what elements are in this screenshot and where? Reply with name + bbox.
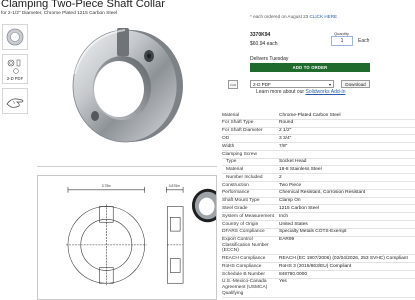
photo-inset: [191, 188, 216, 223]
spec-key: Number Included: [226, 174, 263, 180]
spec-value: Clamp On: [279, 198, 301, 204]
spec-key: RoHS Compliance: [222, 263, 262, 269]
od-dimension: 3.75in: [102, 184, 111, 188]
spec-value: 18-8 Stainless Steel: [279, 167, 322, 173]
unit-price: $60.94 each: [250, 41, 278, 47]
spec-key: Material: [222, 112, 240, 118]
spec-key: System of Measurement: [222, 213, 274, 219]
spec-key: For Shaft Type: [222, 120, 254, 126]
spec-key: Steel Grade: [222, 205, 248, 211]
section-divider: [37, 166, 217, 167]
collar-thumb-icon: [6, 28, 24, 46]
spec-row: Material 18-8 Stainless Steel: [222, 166, 415, 175]
spec-row: DFARS Compliance Specialty Metals COTS-Ex…: [222, 229, 415, 237]
cad-format-select[interactable]: 2-D PDF ▾: [250, 80, 334, 88]
spec-row: Country of Origin United States: [222, 221, 415, 229]
learn-more-text: Learn more about our: [256, 89, 306, 95]
spec-value: United States: [279, 221, 308, 227]
spec-value: 7/8": [279, 143, 288, 149]
spec-key: For Shaft Diameter: [222, 128, 263, 134]
2d-pdf-label: 2-D PDF: [6, 76, 24, 81]
spec-value: Two Piece: [279, 182, 302, 188]
2d-pdf-thumbnail[interactable]: 2-D PDF: [2, 54, 28, 84]
technical-drawing: 3.75in 0.875in: [37, 175, 217, 300]
spec-row: Export Control Classification Number (EC…: [222, 237, 415, 256]
ship-note-text: * each ordered on August 23: [250, 14, 309, 19]
solidworks-addin-link[interactable]: Solidworks Add-In: [305, 89, 345, 95]
spec-key: U.S.-Mexico-Canada Agreement (USMCA) Qua…: [222, 279, 268, 296]
spec-key: Material: [226, 167, 244, 173]
cad-icon: CAD: [228, 80, 238, 89]
cad-format-value: 2-D PDF: [253, 82, 271, 87]
spec-value: EAR99: [279, 237, 295, 243]
download-button[interactable]: Download: [341, 80, 370, 88]
spec-key: DFARS Compliance: [222, 229, 265, 235]
width-dimension: 0.875in: [169, 184, 180, 188]
spec-row: Material Chrome-Plated Carbon Steel: [222, 112, 415, 120]
spec-value: 848790.0000: [279, 271, 308, 277]
product-photo: [72, 28, 183, 143]
hand-thumbnail[interactable]: [2, 88, 28, 114]
spec-key: Shaft Mount Type: [222, 198, 260, 204]
spec-value: Chemical Resistant, Corrosion Resistant: [279, 190, 366, 196]
spec-row: Schedule B Number 848790.0000: [222, 271, 415, 279]
spec-value: 2: [279, 174, 282, 180]
spec-key: REACH Compliance: [222, 256, 266, 262]
each-label: Each: [358, 38, 370, 44]
spec-row: Steel Grade 1215 Carbon Steel: [222, 205, 415, 214]
spec-key: Type: [226, 159, 237, 165]
spec-row: Shaft Mount Type Clamp On: [222, 198, 415, 206]
spec-key: Schedule B Number: [222, 271, 265, 277]
photo-thumbnail[interactable]: [2, 24, 28, 50]
spec-key: Country of Origin: [222, 221, 259, 227]
spec-row: For Shaft Diameter 2 1/2": [222, 128, 415, 136]
spec-value: Inch: [279, 213, 289, 219]
spec-value: 1215 Carbon Steel: [279, 205, 320, 211]
spec-value: REACH (EC 1907/2006) (02/04/2026, 253 SV…: [279, 256, 408, 262]
add-to-order-button[interactable]: ADD TO ORDER: [250, 63, 370, 72]
spec-row: RoHS Compliance RoHS 3 (2015/863/EU) Comp…: [222, 263, 415, 272]
spec-key: OD: [222, 135, 230, 141]
spec-row: Construction Two Piece: [222, 182, 415, 190]
spec-key: Construction: [222, 182, 249, 188]
spec-row: Performance Chemical Resistant, Corrosion…: [222, 190, 415, 198]
spec-row: System of Measurement Inch: [222, 213, 415, 221]
spec-key: Width: [222, 143, 235, 149]
spec-row: For Shaft Type Round: [222, 120, 415, 128]
spec-row: OD 3 3/4": [222, 135, 415, 144]
chevron-down-icon: ▾: [328, 82, 331, 87]
spec-value: Round: [279, 120, 294, 126]
spec-value: RoHS 3 (2015/863/EU) Compliant: [279, 263, 352, 269]
spec-value: 3 3/4": [279, 135, 292, 141]
spec-value: Specialty Metals COTS-Exempt: [279, 229, 347, 235]
spec-row: U.S.-Mexico-Canada Agreement (USMCA) Qua…: [222, 279, 415, 298]
spec-key: Clamping Screw: [222, 151, 257, 157]
hand-icon: [6, 98, 24, 108]
ship-note-link[interactable]: CLICK HERE: [310, 14, 338, 19]
spec-row: REACH Compliance REACH (EC 1907/2006) (02…: [222, 255, 415, 264]
drawing-thumb-icon: [7, 59, 21, 74]
spec-key: Performance: [222, 190, 250, 196]
ship-note: * each ordered on August 23 CLICK HERE: [250, 14, 337, 19]
quantity-input[interactable]: 1: [331, 36, 353, 46]
spec-value: 2 1/2": [279, 128, 292, 134]
spec-value: [279, 152, 415, 158]
spec-table: Material Chrome-Plated Carbon Steel For Sh…: [222, 112, 415, 298]
delivery-estimate: Delivers Tuesday: [250, 56, 289, 62]
spec-value: Yes: [279, 279, 287, 285]
part-number: 3370K94: [250, 32, 271, 38]
spec-row: Number Included 2: [222, 174, 415, 183]
thumbnail-list: 2-D PDF: [2, 24, 30, 118]
spec-row: Width 7/8": [222, 143, 415, 151]
spec-row: Type Socket Head: [222, 159, 415, 167]
spec-value: Chrome-Plated Carbon Steel: [279, 112, 341, 118]
spec-value: Socket Head: [279, 159, 307, 165]
spec-row: Clamping Screw: [222, 151, 415, 159]
spec-key: Export Control Classification Number (EC…: [222, 237, 269, 254]
product-subtitle: for 2-1/2" Diameter, Chrome Plated 1215 …: [1, 11, 118, 16]
learn-more: Learn more about our Solidworks Add-In: [256, 89, 346, 95]
product-title: Clamping Two-Piece Shaft Collar: [1, 0, 165, 10]
